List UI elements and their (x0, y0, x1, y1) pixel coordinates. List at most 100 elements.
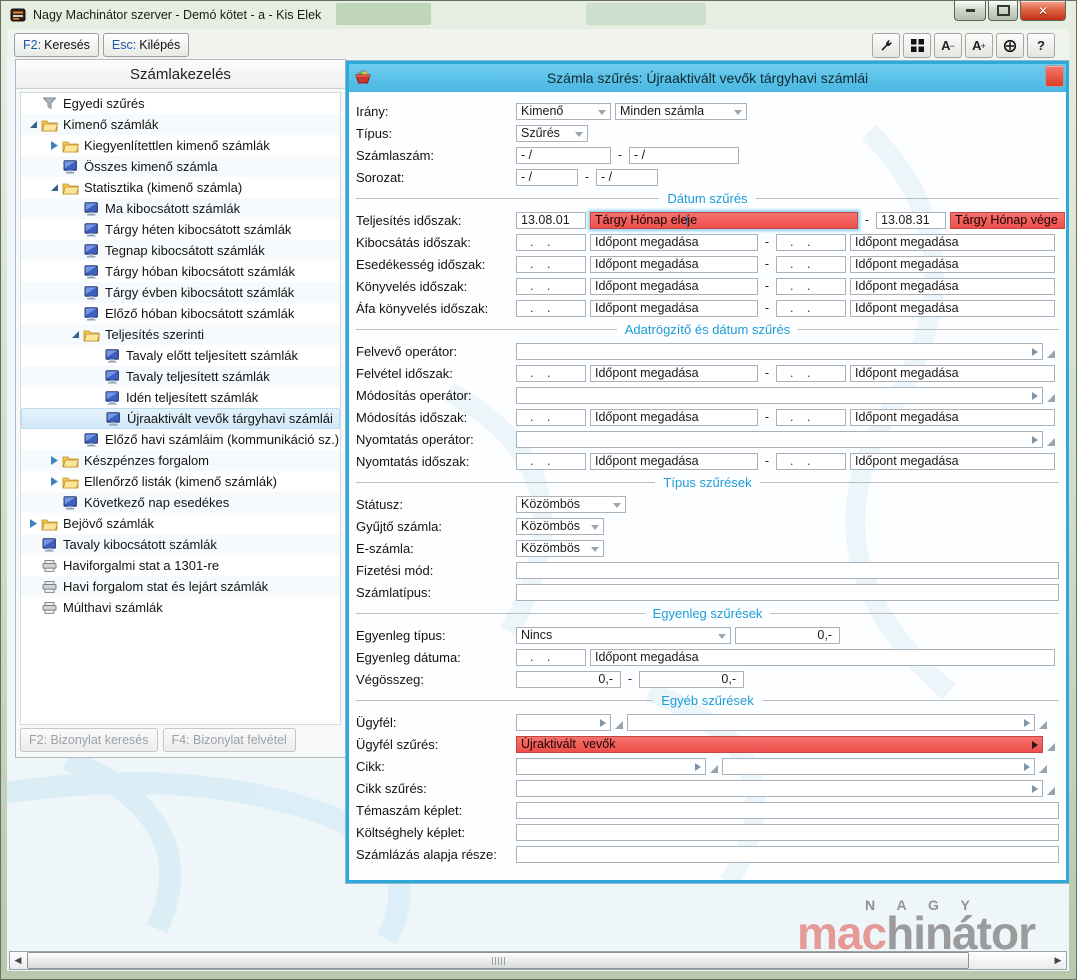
form-input[interactable]: - / (629, 147, 739, 164)
tree-item[interactable]: Kimenő számlák (21, 114, 340, 135)
lookup-arrow-icon[interactable] (1032, 785, 1038, 793)
tree-item[interactable]: Haviforgalmi stat a 1301-re (21, 555, 340, 576)
tree-item[interactable]: Tárgy hóban kibocsátott számlák (21, 261, 340, 282)
tree-item[interactable]: Tárgy héten kibocsátott számlák (21, 219, 340, 240)
lookup-arrow-icon[interactable] (1032, 741, 1038, 749)
expander-icon[interactable] (27, 519, 40, 528)
scrollbar-thumb[interactable] (27, 952, 969, 969)
form-input[interactable]: . . (516, 300, 586, 317)
form-input[interactable]: Időpont megadása (590, 300, 758, 317)
form-dropdown[interactable]: Szűrés (516, 125, 588, 142)
form-input[interactable]: Időpont megadása (850, 365, 1055, 382)
lookup-arrow-icon[interactable] (1032, 392, 1038, 400)
document-search-button[interactable]: F2: Bizonylat keresés (20, 728, 158, 752)
form-input[interactable]: Időpont megadása (590, 453, 758, 470)
form-input[interactable]: . . (776, 365, 846, 382)
lookup-arrow-icon[interactable] (600, 719, 606, 727)
form-input[interactable]: . . (776, 409, 846, 426)
form-input[interactable]: . . (516, 365, 586, 382)
tree-item[interactable]: Statisztika (kimenő számla) (21, 177, 340, 198)
form-input[interactable] (516, 824, 1059, 841)
lookup-field[interactable] (627, 714, 1035, 731)
expander-icon[interactable] (69, 330, 82, 339)
form-input[interactable]: - / (516, 169, 578, 186)
form-input[interactable]: . . (516, 234, 586, 251)
scroll-right-arrow[interactable]: ▶ (1050, 952, 1066, 969)
lookup-field[interactable] (516, 431, 1043, 448)
form-input[interactable]: 13.08.31 (876, 212, 946, 229)
wrench-button[interactable] (872, 33, 900, 58)
tree-item[interactable]: Kiegyenlítettlen kimenő számlák (21, 135, 340, 156)
lookup-field[interactable] (516, 387, 1043, 404)
form-input[interactable]: - / (516, 147, 611, 164)
lookup-arrow-icon[interactable] (1024, 763, 1030, 771)
panel-close-button[interactable] (1045, 65, 1064, 87)
tree-item[interactable]: Ellenőrző listák (kimenő számlák) (21, 471, 340, 492)
form-dropdown[interactable]: Közömbös (516, 518, 604, 535)
form-input[interactable]: Időpont megadása (850, 278, 1055, 295)
form-input[interactable]: . . (516, 256, 586, 273)
tree-item[interactable]: Összes kimenő számla (21, 156, 340, 177)
form-input[interactable]: . . (776, 278, 846, 295)
lookup-arrow-icon[interactable] (1032, 436, 1038, 444)
form-dropdown[interactable]: Közömbös (516, 540, 604, 557)
form-input[interactable] (516, 562, 1059, 579)
tree-item[interactable]: Készpénzes forgalom (21, 450, 340, 471)
tree-item[interactable]: Tárgy évben kibocsátott számlák (21, 282, 340, 303)
form-input[interactable]: Időpont megadása (590, 409, 758, 426)
form-input[interactable] (516, 584, 1059, 601)
resize-grip-icon[interactable] (1046, 742, 1055, 751)
minimize-button[interactable] (954, 1, 986, 21)
resize-grip-icon[interactable] (1046, 437, 1055, 446)
red-filter-field[interactable]: Tárgy Hónap eleje (590, 212, 858, 229)
tree-item[interactable]: Előző hóban kibocsátott számlák (21, 303, 340, 324)
tree-item[interactable]: Előző havi számláim (kommunikáció sz.) (21, 429, 340, 450)
help-button[interactable]: ? (1027, 33, 1055, 58)
tree-item[interactable]: Idén teljesített számlák (21, 387, 340, 408)
resize-grip-icon[interactable] (1046, 786, 1055, 795)
form-input[interactable]: - / (596, 169, 658, 186)
lookup-field[interactable] (516, 780, 1043, 797)
form-input[interactable]: Időpont megadása (590, 256, 758, 273)
form-dropdown[interactable]: Közömbös (516, 496, 626, 513)
close-button[interactable]: ✕ (1020, 1, 1066, 21)
amount-field[interactable]: 0,- (639, 671, 744, 688)
form-input[interactable]: Időpont megadása (850, 234, 1055, 251)
tree-item[interactable]: Következő nap esedékes (21, 492, 340, 513)
resize-grip-icon[interactable] (1046, 393, 1055, 402)
scroll-left-arrow[interactable]: ◀ (10, 952, 26, 969)
form-input[interactable]: Időpont megadása (590, 649, 1055, 666)
maximize-button[interactable] (988, 1, 1018, 21)
lookup-field[interactable] (516, 343, 1043, 360)
tree-item[interactable]: Tavaly előtt teljesített számlák (21, 345, 340, 366)
form-input[interactable]: . . (516, 453, 586, 470)
search-button[interactable]: F2:Keresés (14, 33, 99, 57)
form-dropdown[interactable]: Nincs (516, 627, 731, 644)
tree-item[interactable]: Bejövő számlák (21, 513, 340, 534)
lookup-field[interactable] (516, 714, 611, 731)
form-input[interactable]: Időpont megadása (850, 256, 1055, 273)
form-input[interactable]: . . (776, 234, 846, 251)
expander-icon[interactable] (48, 141, 61, 150)
form-input[interactable]: Időpont megadása (850, 300, 1055, 317)
lookup-field[interactable] (722, 758, 1035, 775)
tree-item[interactable]: Tavaly teljesített számlák (21, 366, 340, 387)
lookup-field[interactable] (516, 758, 706, 775)
tree-item[interactable]: Havi forgalom stat és lejárt számlák (21, 576, 340, 597)
tree-item[interactable]: Teljesítés szerinti (21, 324, 340, 345)
font-larger-button[interactable]: A+ (965, 33, 993, 58)
amount-field[interactable]: 0,- (516, 671, 621, 688)
red-filter-field[interactable]: Tárgy Hónap vége (950, 212, 1065, 229)
expander-icon[interactable] (27, 120, 40, 129)
form-input[interactable]: . . (516, 278, 586, 295)
form-input[interactable]: Időpont megadása (850, 453, 1055, 470)
lookup-arrow-icon[interactable] (1032, 348, 1038, 356)
lookup-arrow-icon[interactable] (695, 763, 701, 771)
form-input[interactable]: Időpont megadása (590, 365, 758, 382)
form-input[interactable] (516, 846, 1059, 863)
globe-button[interactable] (996, 33, 1024, 58)
amount-field[interactable]: 0,- (735, 627, 840, 644)
form-input[interactable]: . . (776, 300, 846, 317)
tree-item-selected[interactable]: Újraaktivált vevők tárgyhavi számlái (21, 408, 340, 429)
resize-grip-icon[interactable] (1038, 764, 1047, 773)
